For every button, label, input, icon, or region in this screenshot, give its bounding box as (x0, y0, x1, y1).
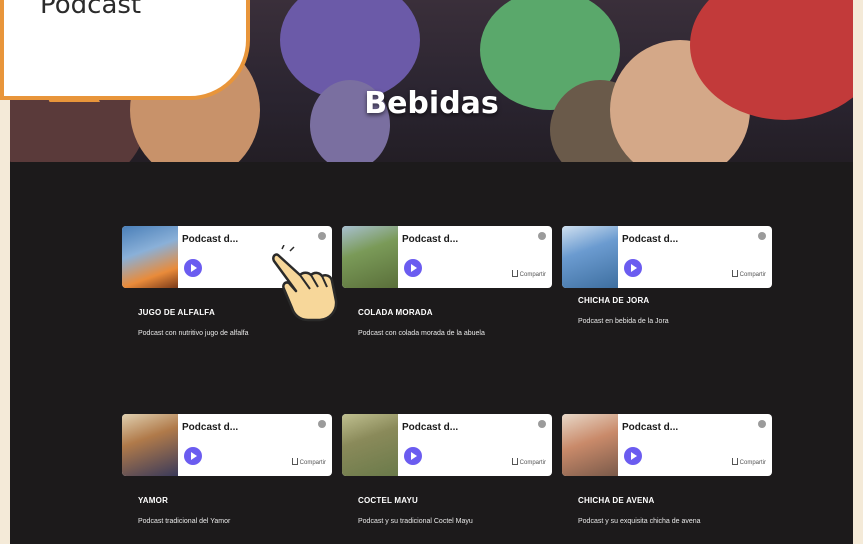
card-thumbnail (562, 414, 618, 476)
item-description: Podcast con nutritivo jugo de alfalfa (138, 330, 249, 337)
item-description: Podcast en bebida de la Jora (578, 318, 669, 325)
item-title[interactable]: JUGO DE ALFALFA (138, 308, 215, 317)
item-title[interactable]: CHICHA DE AVENA (578, 496, 654, 505)
podcast-card[interactable]: Podcast d... Compartir (562, 226, 772, 288)
item-description: Podcast y su exquisita chicha de avena (578, 518, 701, 525)
share-button[interactable]: Compartir (511, 270, 546, 278)
card-title: Podcast d... (402, 422, 459, 433)
card-title: Podcast d... (182, 234, 239, 245)
share-button[interactable]: Compartir (511, 458, 546, 466)
share-icon (731, 458, 738, 465)
hand-pointer-icon (272, 245, 338, 322)
share-icon (511, 458, 518, 465)
share-button[interactable]: Compartir (731, 270, 766, 278)
card-title: Podcast d... (402, 234, 459, 245)
item-title[interactable]: COLADA MORADA (358, 308, 433, 317)
item-description: Podcast tradicional del Yamor (138, 518, 231, 525)
podcast-card[interactable]: Podcast d... Compartir (342, 414, 552, 476)
more-options-icon[interactable] (758, 420, 766, 428)
more-options-icon[interactable] (318, 420, 326, 428)
podcast-card[interactable]: Podcast d... Compartir (342, 226, 552, 288)
play-button[interactable] (624, 447, 642, 465)
play-button[interactable] (184, 259, 202, 277)
play-button[interactable] (404, 447, 422, 465)
podcast-card[interactable]: Podcast d... Compartir (122, 414, 332, 476)
share-icon (291, 458, 298, 465)
item-title[interactable]: CHICHA DE JORA (578, 296, 649, 305)
podcast-card[interactable]: Podcast d... Compartir (562, 414, 772, 476)
card-thumbnail (342, 226, 398, 288)
card-title: Podcast d... (622, 422, 679, 433)
more-options-icon[interactable] (758, 232, 766, 240)
card-thumbnail (122, 226, 178, 288)
item-description: Podcast y su tradicional Coctel Mayu (358, 518, 473, 525)
share-icon (731, 270, 738, 277)
play-button[interactable] (184, 447, 202, 465)
play-button[interactable] (624, 259, 642, 277)
play-button[interactable] (404, 259, 422, 277)
share-icon (511, 270, 518, 277)
share-button[interactable]: Compartir (731, 458, 766, 466)
more-options-icon[interactable] (538, 420, 546, 428)
card-title: Podcast d... (622, 234, 679, 245)
more-options-icon[interactable] (318, 232, 326, 240)
item-title[interactable]: COCTEL MAYU (358, 496, 418, 505)
card-thumbnail (562, 226, 618, 288)
card-thumbnail (342, 414, 398, 476)
speech-bubble-text: Podcast (40, 0, 142, 20)
card-thumbnail (122, 414, 178, 476)
card-title: Podcast d... (182, 422, 239, 433)
more-options-icon[interactable] (538, 232, 546, 240)
share-button[interactable]: Compartir (291, 458, 326, 466)
item-title[interactable]: YAMOR (138, 496, 168, 505)
item-description: Podcast con colada morada de la abuela (358, 330, 485, 337)
